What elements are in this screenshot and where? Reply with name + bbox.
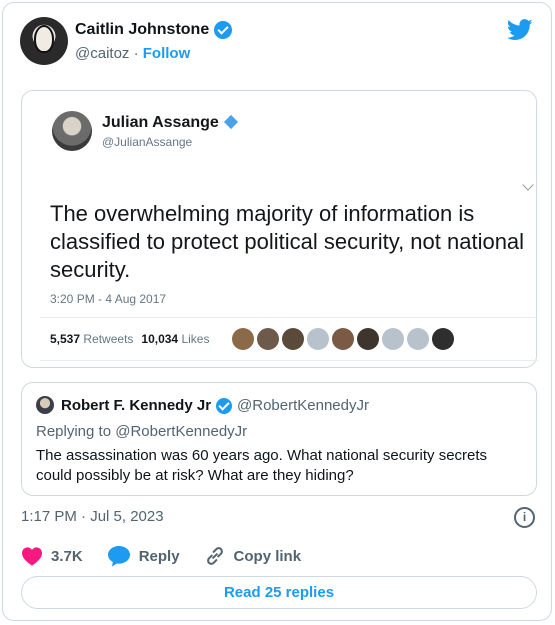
embedded-handle: @JulianAssange: [102, 135, 193, 149]
copy-link-button[interactable]: Copy link: [204, 545, 302, 567]
reply-label: Reply: [138, 547, 180, 565]
retweets-count: 5,537: [50, 332, 81, 346]
author-handle-row: @caitoz · Follow: [75, 45, 190, 62]
quoted-handle[interactable]: @RobertKennedyJr: [237, 397, 369, 414]
chevron-down-icon: [522, 179, 534, 191]
reply-button[interactable]: Reply: [107, 545, 180, 567]
embedded-timestamp: 3:20 PM - 4 Aug 2017: [50, 292, 167, 306]
divider: [40, 360, 538, 361]
action-bar: 3.7K Reply Copy link: [21, 545, 325, 567]
likes-label: Likes: [181, 332, 210, 346]
quoted-tweet-text: The assassination was 60 years ago. What…: [36, 447, 488, 484]
liker-avatar: [257, 328, 279, 350]
author-name-row: Caitlin Johnstone: [75, 21, 233, 39]
liker-avatar: [357, 328, 379, 350]
embedded-stats: 5,537 Retweets 10,034 Likes: [50, 332, 209, 346]
author-avatar[interactable]: [20, 17, 68, 65]
replying-to: Replying to @RobertKennedyJr: [36, 423, 248, 440]
link-icon: [206, 547, 223, 565]
separator: ·: [133, 45, 139, 62]
liker-avatars: [232, 328, 454, 350]
tweet-card: Caitlin Johnstone @caitoz · Follow Julia…: [2, 2, 552, 621]
embedded-name: Julian Assange: [102, 114, 219, 131]
embedded-avatar: [52, 111, 92, 151]
quoted-avatar: [36, 396, 54, 414]
quoted-header: Robert F. Kennedy Jr @RobertKennedyJr: [61, 397, 369, 414]
liker-avatar: [307, 328, 329, 350]
verified-badge-icon: [214, 21, 233, 39]
liker-avatar: [382, 328, 404, 350]
like-button[interactable]: 3.7K: [21, 546, 83, 566]
embedded-tweet-text: The overwhelming majority of information…: [50, 201, 525, 282]
liker-avatar: [232, 328, 254, 350]
info-icon[interactable]: i: [514, 507, 535, 528]
likes-count: 3.7K: [51, 547, 83, 565]
liker-avatar: [432, 328, 454, 350]
tweet-timestamp[interactable]: 1:17 PM · Jul 5, 2023: [21, 508, 164, 525]
verified-badge-icon: [216, 397, 233, 414]
follow-button[interactable]: Follow: [143, 45, 191, 62]
reply-bubble-icon: [107, 546, 130, 567]
author-name[interactable]: Caitlin Johnstone: [75, 21, 209, 39]
liker-avatar: [407, 328, 429, 350]
liker-avatar: [332, 328, 354, 350]
liker-avatar: [282, 328, 304, 350]
twitter-bird-icon[interactable]: [507, 19, 533, 41]
heart-icon: [22, 547, 42, 566]
divider: [40, 317, 538, 318]
quoted-name[interactable]: Robert F. Kennedy Jr: [61, 397, 211, 414]
author-handle[interactable]: @caitoz: [75, 45, 129, 62]
read-replies-button[interactable]: Read 25 replies: [21, 576, 537, 609]
quoted-tweet[interactable]: Robert F. Kennedy Jr @RobertKennedyJr Re…: [21, 382, 537, 496]
copy-link-label: Copy link: [233, 547, 302, 565]
likes-count: 10,034: [141, 332, 179, 346]
embedded-tweet-screenshot[interactable]: Julian Assange @JulianAssange The overwh…: [21, 90, 538, 368]
retweets-label: Retweets: [83, 332, 134, 346]
verified-badge-icon: [223, 114, 239, 130]
